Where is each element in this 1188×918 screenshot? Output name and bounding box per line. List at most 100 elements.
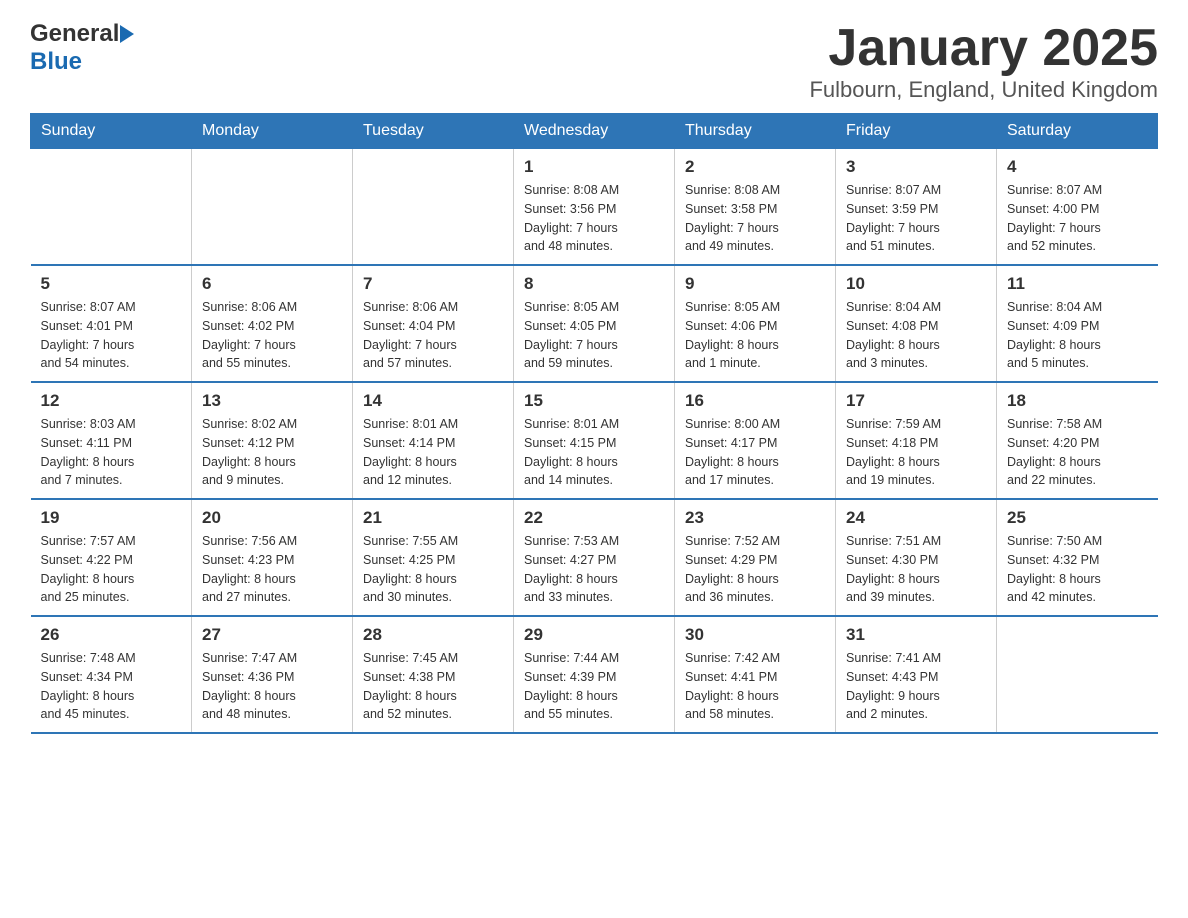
- calendar-cell: [31, 149, 192, 266]
- calendar-cell: 27Sunrise: 7:47 AM Sunset: 4:36 PM Dayli…: [192, 616, 353, 733]
- header-day-thursday: Thursday: [675, 114, 836, 149]
- calendar-cell: 20Sunrise: 7:56 AM Sunset: 4:23 PM Dayli…: [192, 499, 353, 616]
- calendar-cell: 11Sunrise: 8:04 AM Sunset: 4:09 PM Dayli…: [997, 265, 1158, 382]
- calendar-cell: 29Sunrise: 7:44 AM Sunset: 4:39 PM Dayli…: [514, 616, 675, 733]
- logo-general: General: [30, 20, 119, 48]
- calendar-cell: 19 Sunrise: 7:57 AM Sunset: 4:22 PM Dayli…: [31, 499, 192, 616]
- day-info: Sunrise: 7:41 AM Sunset: 4:43 PM Dayligh…: [846, 649, 986, 724]
- day-info: Sunrise: 7:59 AM Sunset: 4:18 PM Dayligh…: [846, 415, 986, 490]
- calendar-week-3: 12Sunrise: 8:03 AM Sunset: 4:11 PM Dayli…: [31, 382, 1158, 499]
- day-info: Sunrise: 8:06 AM Sunset: 4:04 PM Dayligh…: [363, 298, 503, 373]
- day-info: Sunrise: 7:57 AM Sunset: 4:22 PM Dayligh…: [41, 532, 182, 607]
- calendar-subtitle: Fulbourn, England, United Kingdom: [809, 77, 1158, 103]
- calendar-cell: 30 Sunrise: 7:42 AM Sunset: 4:41 PM Dayli…: [675, 616, 836, 733]
- day-number: 7: [363, 274, 503, 294]
- day-info: Sunrise: 7:50 AM Sunset: 4:32 PM Dayligh…: [1007, 532, 1148, 607]
- day-info: Sunrise: 8:06 AM Sunset: 4:02 PM Dayligh…: [202, 298, 342, 373]
- calendar-cell: 6 Sunrise: 8:06 AM Sunset: 4:02 PM Daylig…: [192, 265, 353, 382]
- day-number: 20: [202, 508, 342, 528]
- day-number: 15: [524, 391, 664, 411]
- day-info: Sunrise: 8:01 AM Sunset: 4:14 PM Dayligh…: [363, 415, 503, 490]
- day-info: Sunrise: 8:02 AM Sunset: 4:12 PM Dayligh…: [202, 415, 342, 490]
- day-info: Sunrise: 7:42 AM Sunset: 4:41 PM Dayligh…: [685, 649, 825, 724]
- calendar-week-2: 5Sunrise: 8:07 AM Sunset: 4:01 PM Daylig…: [31, 265, 1158, 382]
- day-number: 6: [202, 274, 342, 294]
- calendar-cell: 1 Sunrise: 8:08 AM Sunset: 3:56 PM Daylig…: [514, 149, 675, 266]
- header-day-monday: Monday: [192, 114, 353, 149]
- day-number: 30: [685, 625, 825, 645]
- day-number: 22: [524, 508, 664, 528]
- calendar-table: SundayMondayTuesdayWednesdayThursdayFrid…: [30, 113, 1158, 734]
- header-day-saturday: Saturday: [997, 114, 1158, 149]
- header-day-friday: Friday: [836, 114, 997, 149]
- day-number: 2: [685, 157, 825, 177]
- day-number: 17: [846, 391, 986, 411]
- day-number: 26: [41, 625, 182, 645]
- calendar-cell: [353, 149, 514, 266]
- calendar-header-row: SundayMondayTuesdayWednesdayThursdayFrid…: [31, 114, 1158, 149]
- day-info: Sunrise: 7:55 AM Sunset: 4:25 PM Dayligh…: [363, 532, 503, 607]
- calendar-cell: 4Sunrise: 8:07 AM Sunset: 4:00 PM Daylig…: [997, 149, 1158, 266]
- day-number: 8: [524, 274, 664, 294]
- calendar-cell: 25 Sunrise: 7:50 AM Sunset: 4:32 PM Dayli…: [997, 499, 1158, 616]
- calendar-week-1: 1 Sunrise: 8:08 AM Sunset: 3:56 PM Daylig…: [31, 149, 1158, 266]
- page-header: General Blue January 2025 Fulbourn, Engl…: [30, 20, 1158, 103]
- header-day-tuesday: Tuesday: [353, 114, 514, 149]
- calendar-week-4: 19 Sunrise: 7:57 AM Sunset: 4:22 PM Dayli…: [31, 499, 1158, 616]
- day-info: Sunrise: 7:52 AM Sunset: 4:29 PM Dayligh…: [685, 532, 825, 607]
- day-number: 19: [41, 508, 182, 528]
- day-info: Sunrise: 7:58 AM Sunset: 4:20 PM Dayligh…: [1007, 415, 1148, 490]
- day-info: Sunrise: 8:00 AM Sunset: 4:17 PM Dayligh…: [685, 415, 825, 490]
- day-number: 18: [1007, 391, 1148, 411]
- calendar-cell: 31Sunrise: 7:41 AM Sunset: 4:43 PM Dayli…: [836, 616, 997, 733]
- day-info: Sunrise: 7:51 AM Sunset: 4:30 PM Dayligh…: [846, 532, 986, 607]
- calendar-cell: 16 Sunrise: 8:00 AM Sunset: 4:17 PM Dayli…: [675, 382, 836, 499]
- calendar-cell: 9Sunrise: 8:05 AM Sunset: 4:06 PM Daylig…: [675, 265, 836, 382]
- calendar-cell: [997, 616, 1158, 733]
- logo: General Blue: [30, 20, 135, 76]
- calendar-cell: 24Sunrise: 7:51 AM Sunset: 4:30 PM Dayli…: [836, 499, 997, 616]
- header-day-sunday: Sunday: [31, 114, 192, 149]
- day-info: Sunrise: 8:08 AM Sunset: 3:58 PM Dayligh…: [685, 181, 825, 256]
- day-number: 13: [202, 391, 342, 411]
- day-number: 25: [1007, 508, 1148, 528]
- calendar-cell: 14 Sunrise: 8:01 AM Sunset: 4:14 PM Dayli…: [353, 382, 514, 499]
- day-info: Sunrise: 8:01 AM Sunset: 4:15 PM Dayligh…: [524, 415, 664, 490]
- day-info: Sunrise: 8:04 AM Sunset: 4:08 PM Dayligh…: [846, 298, 986, 373]
- header-day-wednesday: Wednesday: [514, 114, 675, 149]
- calendar-title: January 2025: [809, 20, 1158, 77]
- day-number: 29: [524, 625, 664, 645]
- calendar-cell: 3 Sunrise: 8:07 AM Sunset: 3:59 PM Daylig…: [836, 149, 997, 266]
- day-number: 1: [524, 157, 664, 177]
- calendar-cell: 2 Sunrise: 8:08 AM Sunset: 3:58 PM Daylig…: [675, 149, 836, 266]
- calendar-cell: 21 Sunrise: 7:55 AM Sunset: 4:25 PM Dayli…: [353, 499, 514, 616]
- day-number: 16: [685, 391, 825, 411]
- day-info: Sunrise: 8:03 AM Sunset: 4:11 PM Dayligh…: [41, 415, 182, 490]
- day-info: Sunrise: 8:07 AM Sunset: 3:59 PM Dayligh…: [846, 181, 986, 256]
- day-number: 3: [846, 157, 986, 177]
- day-number: 10: [846, 274, 986, 294]
- calendar-week-5: 26Sunrise: 7:48 AM Sunset: 4:34 PM Dayli…: [31, 616, 1158, 733]
- calendar-cell: 26Sunrise: 7:48 AM Sunset: 4:34 PM Dayli…: [31, 616, 192, 733]
- day-info: Sunrise: 7:53 AM Sunset: 4:27 PM Dayligh…: [524, 532, 664, 607]
- day-number: 4: [1007, 157, 1148, 177]
- logo-blue: Blue: [30, 48, 82, 75]
- calendar-cell: 15 Sunrise: 8:01 AM Sunset: 4:15 PM Dayli…: [514, 382, 675, 499]
- calendar-cell: 22 Sunrise: 7:53 AM Sunset: 4:27 PM Dayli…: [514, 499, 675, 616]
- day-info: Sunrise: 7:45 AM Sunset: 4:38 PM Dayligh…: [363, 649, 503, 724]
- day-number: 28: [363, 625, 503, 645]
- calendar-cell: 18 Sunrise: 7:58 AM Sunset: 4:20 PM Dayli…: [997, 382, 1158, 499]
- calendar-cell: 12Sunrise: 8:03 AM Sunset: 4:11 PM Dayli…: [31, 382, 192, 499]
- calendar-cell: 17 Sunrise: 7:59 AM Sunset: 4:18 PM Dayli…: [836, 382, 997, 499]
- day-info: Sunrise: 8:08 AM Sunset: 3:56 PM Dayligh…: [524, 181, 664, 256]
- calendar-cell: 10 Sunrise: 8:04 AM Sunset: 4:08 PM Dayli…: [836, 265, 997, 382]
- calendar-cell: [192, 149, 353, 266]
- day-number: 21: [363, 508, 503, 528]
- calendar-cell: 7 Sunrise: 8:06 AM Sunset: 4:04 PM Daylig…: [353, 265, 514, 382]
- title-block: January 2025 Fulbourn, England, United K…: [809, 20, 1158, 103]
- day-info: Sunrise: 8:04 AM Sunset: 4:09 PM Dayligh…: [1007, 298, 1148, 373]
- calendar-cell: 28 Sunrise: 7:45 AM Sunset: 4:38 PM Dayli…: [353, 616, 514, 733]
- day-number: 14: [363, 391, 503, 411]
- calendar-cell: 23Sunrise: 7:52 AM Sunset: 4:29 PM Dayli…: [675, 499, 836, 616]
- calendar-cell: 8Sunrise: 8:05 AM Sunset: 4:05 PM Daylig…: [514, 265, 675, 382]
